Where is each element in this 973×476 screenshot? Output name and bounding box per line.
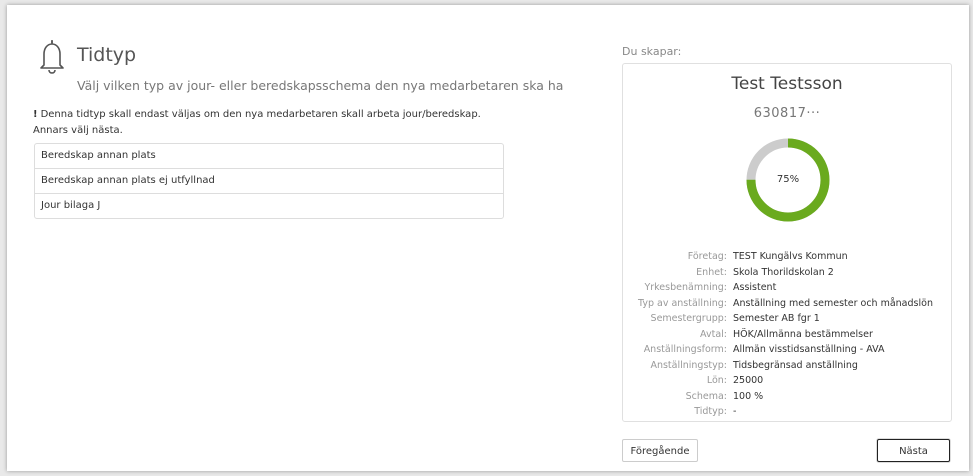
detail-label: Yrkesbenämning:: [644, 282, 727, 293]
detail-value: TEST Kungälvs Kommun: [733, 251, 848, 262]
detail-row: Anställningstyp: Tidsbegränsad anställnin…: [623, 358, 951, 374]
detail-value: Allmän visstidsanställning - AVA: [733, 344, 885, 355]
detail-label: Avtal:: [700, 328, 727, 340]
summary-label: Du skapar:: [622, 45, 682, 58]
detail-label: Enhet:: [696, 266, 727, 278]
notice-message: Denna tidtyp skall endast väljas om den …: [33, 109, 481, 136]
page-title: Tidtyp: [77, 44, 137, 66]
detail-value: HÖK/Allmänna bestämmelser: [733, 328, 873, 340]
detail-row: Yrkesbenämning: Assistent: [623, 280, 951, 296]
detail-row: Schema: 100 %: [623, 389, 951, 405]
list-item-tidtyp[interactable]: Beredskap annan plats ej utfyllnad: [35, 168, 503, 193]
bell-icon: [40, 40, 64, 74]
employee-name: Test Testsson: [731, 74, 843, 94]
detail-label: Anställningsform:: [643, 344, 727, 355]
next-button[interactable]: Nästa: [877, 439, 950, 462]
detail-value: Tidsbegränsad anställning: [733, 359, 858, 371]
detail-row: Lön: 25000: [623, 373, 951, 389]
employee-details: Företag: TEST Kungälvs Kommun Enhet: Skola…: [623, 249, 951, 420]
detail-value: 25000: [733, 375, 764, 386]
detail-value: Semester AB fgr 1: [733, 313, 820, 324]
detail-label: Företag:: [687, 251, 727, 262]
detail-value: 100 %: [733, 390, 764, 402]
detail-row: Avtal: HÖK/Allmänna bestämmelser: [623, 327, 951, 343]
detail-value: Assistent: [733, 282, 777, 293]
detail-value: Skola Thorildskolan 2: [733, 266, 834, 278]
tidtyp-list: Beredskap annan plats Beredskap annan pl…: [34, 143, 504, 219]
detail-row: Typ av anställning: Anställning med semes…: [623, 296, 951, 312]
exclamation-icon: !: [33, 109, 38, 120]
progress-percent: 75%: [776, 174, 800, 185]
detail-label: Lön:: [706, 375, 727, 386]
detail-label: Anställningstyp:: [650, 359, 727, 371]
detail-row: Företag: TEST Kungälvs Kommun: [623, 249, 951, 265]
detail-row: Tidtyp: -: [623, 404, 951, 420]
detail-row: Anställningsform: Allmän visstidsanställn…: [623, 342, 951, 358]
detail-value: -: [733, 406, 737, 417]
detail-row: Semestergrupp: Semester AB fgr 1: [623, 311, 951, 327]
page-subtitle: Välj vilken typ av jour- eller beredskap…: [77, 78, 564, 93]
notice-text: ! Denna tidtyp skall endast väljas om den…: [33, 107, 503, 139]
detail-row: Enhet: Skola Thorildskolan 2: [623, 265, 951, 281]
list-item-tidtyp[interactable]: Jour bilaga J: [35, 193, 503, 218]
detail-label: Typ av anställning:: [638, 297, 727, 309]
employee-id: 630817···: [753, 106, 821, 121]
list-item-tidtyp[interactable]: Beredskap annan plats: [35, 144, 503, 168]
previous-button[interactable]: Föregående: [622, 439, 698, 462]
detail-value: Anställning med semester och månadslön: [733, 297, 933, 309]
detail-label: Schema:: [685, 390, 727, 402]
detail-label: Tidtyp:: [694, 406, 727, 417]
detail-label: Semestergrupp:: [650, 313, 727, 324]
summary-card: Test Testsson 630817··· 75% Företag: TEST…: [622, 63, 952, 422]
